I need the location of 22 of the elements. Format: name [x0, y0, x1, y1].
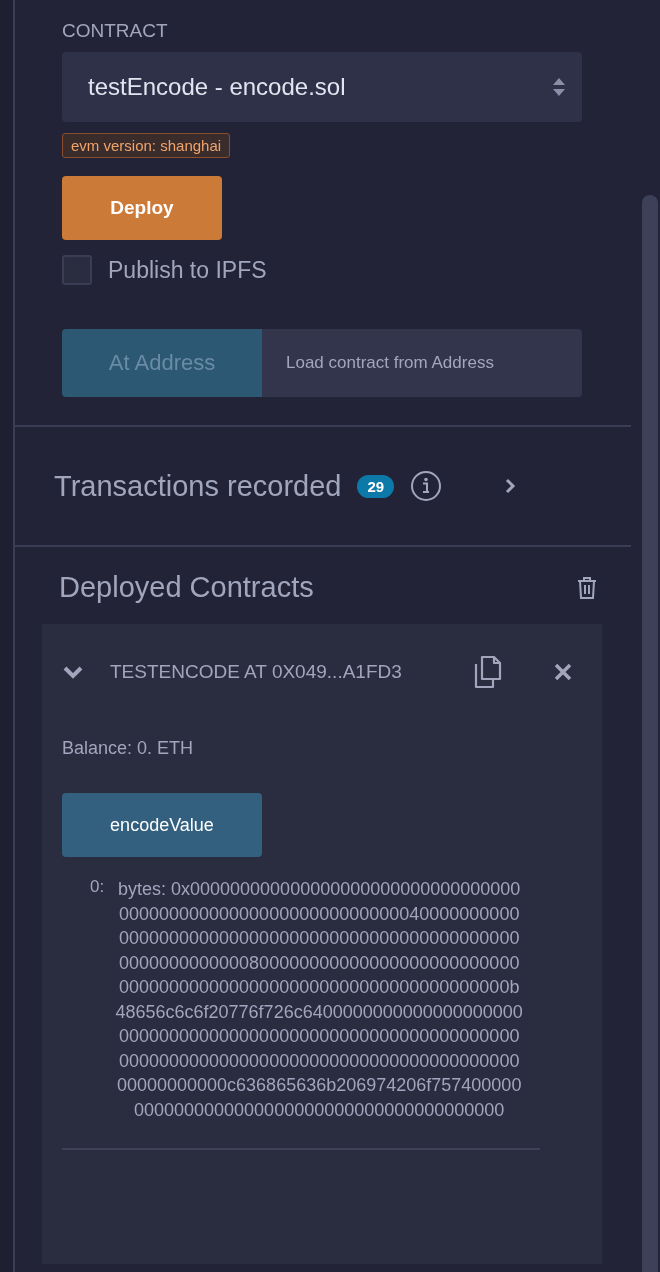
- trash-icon[interactable]: [576, 575, 598, 600]
- scrollbar-thumb[interactable]: [642, 195, 658, 1272]
- copy-icon[interactable]: [472, 655, 502, 689]
- evm-version-badge: evm version: shanghai: [62, 133, 231, 158]
- publish-checkbox[interactable]: [62, 255, 92, 285]
- close-icon[interactable]: [554, 663, 572, 681]
- contract-label: CONTRACT: [62, 20, 169, 42]
- chevron-down-icon[interactable]: [62, 665, 84, 679]
- address-input-field[interactable]: Load contract from Address: [262, 329, 582, 397]
- function-button[interactable]: encodeValue: [62, 793, 262, 857]
- info-icon[interactable]: [410, 470, 443, 502]
- sort-arrows-icon: [552, 76, 566, 98]
- balance-text: Balance: 0. ETH: [62, 738, 195, 759]
- chevron-right-icon[interactable]: [504, 478, 517, 494]
- contract-instance-title: TESTENCODE AT 0X049...A1FD3: [110, 661, 403, 683]
- transactions-title: Transactions recorded: [54, 469, 342, 503]
- output-index: 0:: [90, 877, 105, 898]
- contract-select[interactable]: testEncode - encode.sol: [62, 52, 582, 122]
- publish-label: Publish to IPFS: [108, 256, 267, 284]
- deployed-contracts-title: Deployed Contracts: [59, 571, 314, 604]
- output-value: bytes: 0x000000000000000000000000000000000000000000000000000000000000004000000000000000000000000000000000000000000000000000000000000000800000000000000000000000000000000000000000000000000000000000000000b48656c6c6f20776f726c64000000000000000000000000000000000000000000000000000000000000000000000000000000000000000000000000000000000000000c636865636b206974206f7574000000000000000000000000000000000000000000: [114, 878, 524, 1122]
- count-badge: 29: [357, 474, 395, 498]
